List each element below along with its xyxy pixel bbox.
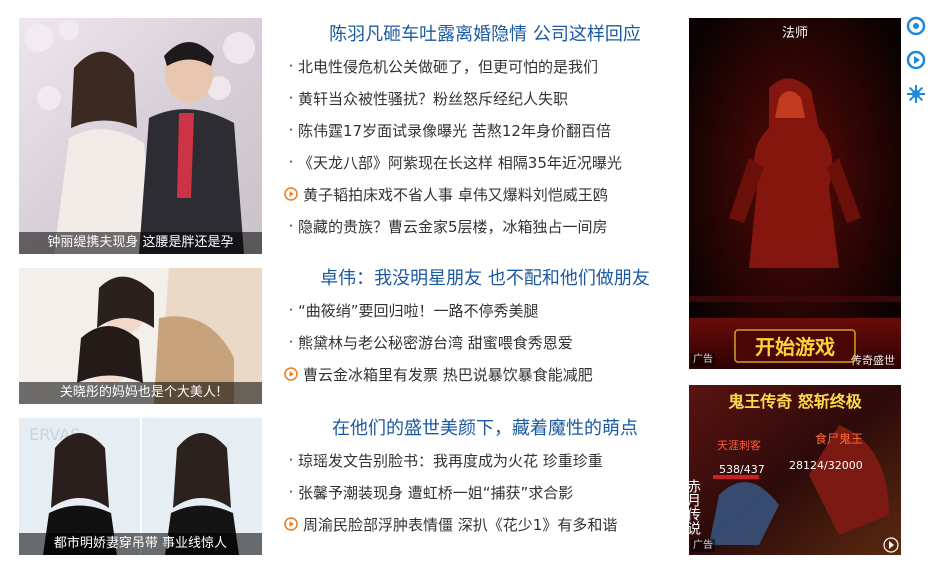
news-item[interactable]: · 隐藏的贵族？曹云金家5层楼，冰箱独占一间房 [284,210,674,242]
news-item-title[interactable]: 张馨予潮装现身 遭虹桥一姐“捕获”求合影 [298,482,573,503]
news-item[interactable]: · 琼瑶发文告别脸书：我再度成为火花 珍重珍重 [284,444,674,476]
ad2-hp-right: 28124/32000 [789,459,863,472]
ad-start-button: 开始游戏 [755,335,835,359]
section-headline[interactable]: 在他们的盛世美颜下，藏着魔性的萌点 [296,414,674,444]
bullet-dot: · [288,451,294,469]
news-item[interactable]: · 北电性侵危机公关做砸了，但更可怕的是我们 [284,50,674,82]
ad2-hp-left: 538/437 [719,463,765,476]
ad-brand: 传奇盛世 [851,353,895,367]
play-circle-icon [284,517,298,531]
video-news-item[interactable]: 黄子韬拍床戏不省人事 卓伟又爆料刘恺威王鸥 [284,178,674,210]
news-item-title[interactable]: 琼瑶发文告别脸书：我再度成为火花 珍重珍重 [298,450,603,471]
ad-tag: 广告 [691,539,715,552]
game-ad-image: 法师 开始游戏 传奇盛世 [689,18,901,369]
news-list: · 琼瑶发文告别脸书：我再度成为火花 珍重珍重 · 张馨予潮装现身 遭虹桥一姐“捕获”… [284,444,674,540]
bullet-dot: · [288,483,294,501]
bullet-dot: · [288,301,294,319]
news-list: · “曲筱绡”要回归啦！一路不停秀美腿 · 熊黛林与老公秘密游台湾 甜蜜喂食秀恩爱 曹云… [284,294,674,390]
ad2-left-label: 天涯刺客 [717,438,761,452]
news-item-title[interactable]: 隐藏的贵族？曹云金家5层楼，冰箱独占一间房 [298,216,608,237]
bullet-dot: · [288,89,294,107]
news-list: · 北电性侵危机公关做砸了，但更可怕的是我们 · 黄轩当众被性骚扰？粉丝怒斥经纪人失职… [284,50,674,242]
bullet-dot: · [288,153,294,171]
news-item[interactable]: · 《天龙八部》阿紫现在长这样 相隔35年近况曝光 [284,146,674,178]
ad2-right-label: 食尸鬼王 [815,431,863,446]
photo-card-dushi[interactable]: ERVAS 都市明娇妻穿吊带 事业线惊人 [19,418,262,555]
news-section-3: 在他们的盛世美颜下，藏着魔性的萌点 · 琼瑶发文告别脸书：我再度成为火花 珍重珍重… [284,414,674,540]
game-ad-image: 鬼王传奇 怒斩终极 天涯刺客 食尸鬼王 538/437 28124/32000 … [689,385,901,555]
news-item[interactable]: · 黄轩当众被性骚扰？粉丝怒斥经纪人失职 [284,82,674,114]
news-item[interactable]: · 陈伟霆17岁面试录像曝光 苦熬12年身价翻百倍 [284,114,674,146]
news-section-2: 卓伟：我没明星朋友 也不配和他们做朋友 · “曲筱绡”要回归啦！一路不停秀美腿 · 熊… [284,264,674,390]
bullet-dot: · [288,217,294,235]
ad2-side-text: 赤月传说 [689,479,701,536]
news-item-title[interactable]: 北电性侵危机公关做砸了，但更可怕的是我们 [298,56,598,77]
bullet-dot: · [288,333,294,351]
photo-couple-image [19,18,262,254]
photo-caption[interactable]: 都市明娇妻穿吊带 事业线惊人 [19,533,262,555]
weibo-icon[interactable] [906,16,926,36]
ad2-title: 鬼王传奇 怒斩终极 [728,392,863,411]
game-ad-banner-2[interactable]: 鬼王传奇 怒斩终极 天涯刺客 食尸鬼王 538/437 28124/32000 … [689,385,901,555]
news-item-title[interactable]: 熊黛林与老公秘密游台湾 甜蜜喂食秀恩爱 [298,332,573,353]
news-item-title[interactable]: “曲筱绡”要回归啦！一路不停秀美腿 [298,300,539,321]
bullet-dot: · [288,57,294,75]
video-icon[interactable] [906,50,926,70]
game-ad-banner-1[interactable]: 法师 开始游戏 传奇盛世 广告 [689,18,901,369]
section-headline[interactable]: 卓伟：我没明星朋友 也不配和他们做朋友 [296,264,674,294]
photo-card-guanxiaotong[interactable]: 关晓彤的妈妈也是个大美人! [19,268,262,404]
video-news-item[interactable]: 周渝民脸部浮肿表情僵 深扒《花少1》有多和谐 [284,508,674,540]
video-news-item[interactable]: 曹云金冰箱里有发票 热巴说暴饮暴食能减肥 [284,358,674,390]
news-item-title[interactable]: 陈伟霆17岁面试录像曝光 苦熬12年身价翻百倍 [298,120,611,141]
news-item[interactable]: · 熊黛林与老公秘密游台湾 甜蜜喂食秀恩爱 [284,326,674,358]
section-headline[interactable]: 陈羽凡砸车吐露离婚隐情 公司这样回应 [296,20,674,50]
news-item-title[interactable]: 黄子韬拍床戏不省人事 卓伟又爆料刘恺威王鸥 [303,184,608,205]
settings-icon[interactable] [906,84,926,104]
photo-caption[interactable]: 关晓彤的妈妈也是个大美人! [19,382,262,404]
news-item[interactable]: · “曲筱绡”要回归啦！一路不停秀美腿 [284,294,674,326]
play-circle-icon [284,367,298,381]
play-circle-icon [284,187,298,201]
news-item-title[interactable]: 周渝民脸部浮肿表情僵 深扒《花少1》有多和谐 [303,514,617,535]
ad-tag: 广告 [691,353,715,366]
news-item-title[interactable]: 《天龙八部》阿紫现在长这样 相隔35年近况曝光 [298,152,622,173]
news-item-title[interactable]: 曹云金冰箱里有发票 热巴说暴饮暴食能减肥 [303,364,593,385]
bullet-dot: · [288,121,294,139]
news-item[interactable]: · 张馨予潮装现身 遭虹桥一姐“捕获”求合影 [284,476,674,508]
ad-top-text: 法师 [782,26,808,41]
news-item-title[interactable]: 黄轩当众被性骚扰？粉丝怒斥经纪人失职 [298,88,568,109]
photo-card-zhongliti[interactable]: 钟丽缇携夫现身 这腰是胖还是孕 [19,18,262,254]
news-section-1: 陈羽凡砸车吐露离婚隐情 公司这样回应 · 北电性侵危机公关做砸了，但更可怕的是我们… [284,20,674,242]
photo-caption[interactable]: 钟丽缇携夫现身 这腰是胖还是孕 [19,232,262,254]
side-toolbar [906,16,928,118]
